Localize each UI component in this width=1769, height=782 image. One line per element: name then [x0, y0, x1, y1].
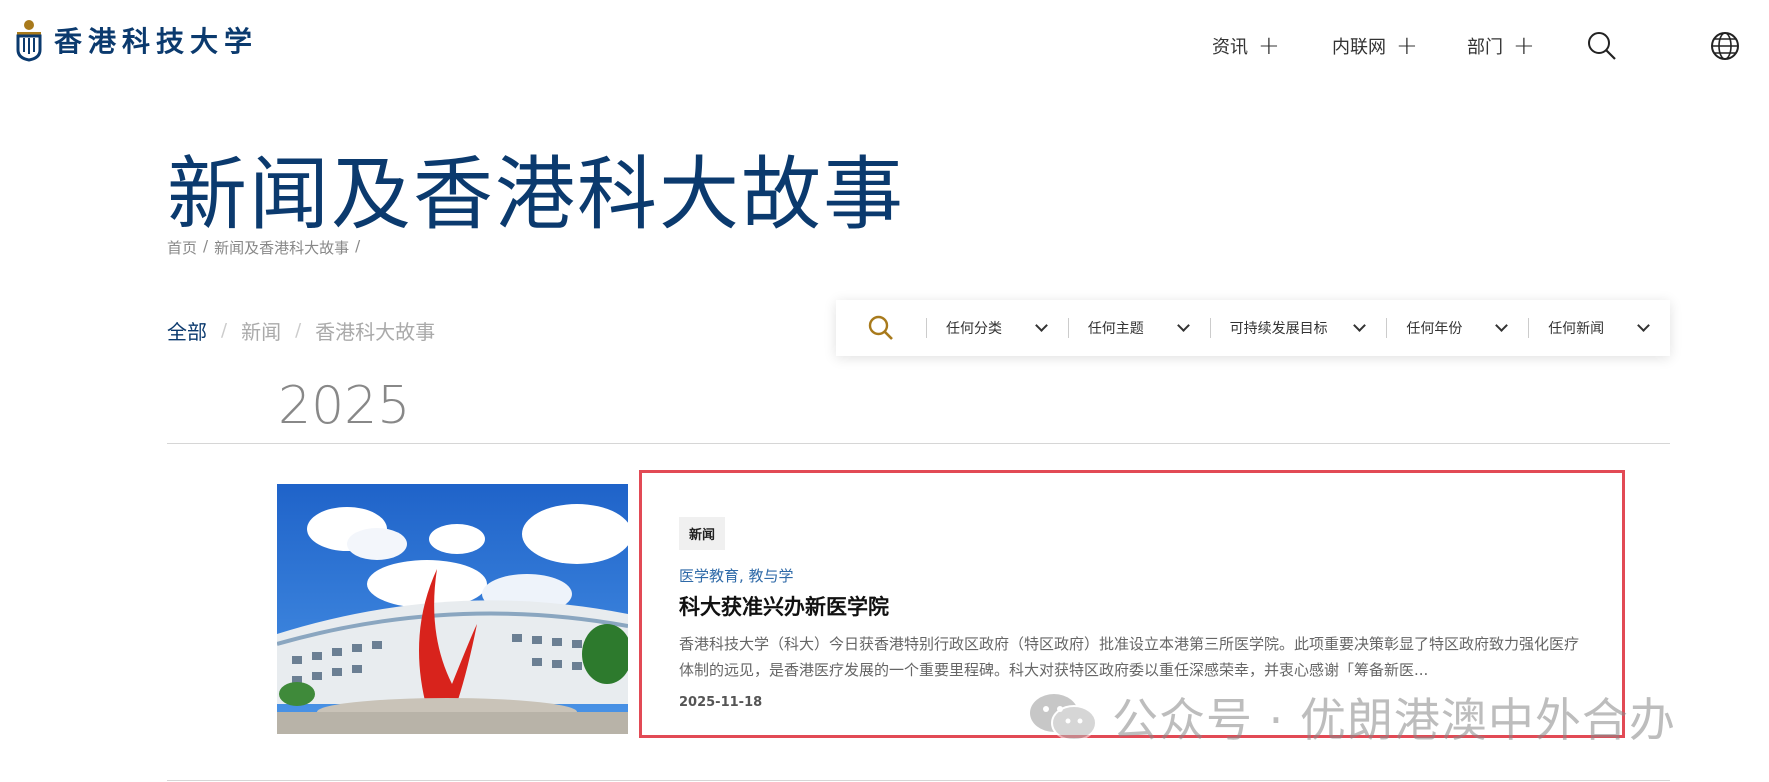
breadcrumb-home[interactable]: 首页: [167, 237, 197, 258]
article-thumbnail[interactable]: [277, 484, 628, 734]
article-tags[interactable]: 医学教育, 教与学: [679, 565, 794, 586]
globe-icon[interactable]: [1709, 30, 1741, 62]
tab-separator: /: [295, 320, 302, 341]
article-excerpt: 香港科技大学（科大）今日获香港特别行政区政府（特区政府）批准设立本港第三所医学院…: [679, 635, 1580, 679]
breadcrumb-separator: /: [203, 237, 209, 255]
university-logo[interactable]: 香港科技大学: [14, 18, 258, 62]
logo-text: 香港科技大学: [54, 25, 259, 58]
nav-news-label: 资讯: [1212, 37, 1248, 58]
content-tabs: 全部 / 新闻 / 香港科大故事: [167, 316, 435, 345]
wechat-icon: [1030, 694, 1097, 741]
plus-icon: +: [1258, 31, 1280, 61]
chevron-down-icon: [1637, 319, 1650, 332]
filter-sdg-label: 可持续发展目标: [1229, 321, 1328, 337]
campus-photo: [277, 484, 628, 734]
article-type-badge: 新闻: [679, 517, 726, 550]
tab-stories[interactable]: 香港科大故事: [315, 316, 435, 345]
chevron-down-icon: [1495, 319, 1509, 332]
filter-year[interactable]: 任何年份: [1386, 300, 1528, 356]
breadcrumb-separator: /: [355, 237, 361, 255]
nav-departments-label: 部门: [1467, 37, 1503, 58]
filter-topic[interactable]: 任何主题: [1067, 300, 1210, 356]
divider: [167, 780, 1670, 781]
article-date: 2025-11-18: [679, 695, 763, 710]
chevron-down-icon: [1176, 319, 1190, 332]
crest-icon: [16, 20, 42, 62]
filter-sdg[interactable]: 可持续发展目标: [1209, 300, 1387, 356]
chevron-down-icon: [1353, 319, 1367, 332]
search-icon: [868, 315, 893, 340]
filter-category-label: 任何分类: [946, 321, 1002, 337]
filter-year-label: 任何年份: [1406, 321, 1463, 337]
chevron-down-icon: [1034, 319, 1048, 332]
plus-icon: +: [1513, 31, 1535, 61]
divider: [167, 443, 1670, 444]
breadcrumb-current[interactable]: 新闻及香港科大故事: [214, 237, 349, 258]
search-icon[interactable]: [1586, 30, 1618, 62]
tab-separator: /: [221, 320, 228, 341]
nav-intranet-label: 内联网: [1332, 37, 1386, 58]
tab-news[interactable]: 新闻: [241, 316, 281, 345]
filter-search-button[interactable]: [836, 300, 926, 356]
filter-bar: 任何分类 任何主题 可持续发展目标 任何年份 任何新闻: [836, 300, 1670, 356]
wechat-watermark: 公众号 · 优朗港澳中外合办: [1028, 684, 1676, 750]
watermark-text: 公众号 · 优朗港澳中外合办: [1112, 693, 1676, 747]
tab-all[interactable]: 全部: [167, 316, 207, 345]
filter-topic-label: 任何主题: [1087, 321, 1144, 337]
filter-news-type-label: 任何新闻: [1548, 321, 1605, 337]
plus-icon: +: [1396, 31, 1418, 61]
site-header: 香港科技大学 资讯 + 内联网 + 部门 +: [0, 0, 1769, 90]
nav-intranet[interactable]: 内联网 +: [1332, 30, 1418, 62]
breadcrumb: 首页 / 新闻及香港科大故事 /: [167, 237, 360, 258]
filter-category[interactable]: 任何分类: [926, 300, 1068, 356]
year-heading: 2025: [278, 376, 411, 436]
nav-news[interactable]: 资讯 +: [1212, 30, 1280, 62]
nav-departments[interactable]: 部门 +: [1467, 30, 1535, 62]
article-title[interactable]: 科大获准兴办新医学院: [679, 591, 889, 621]
page-title: 新闻及香港科大故事: [167, 148, 905, 241]
filter-news-type[interactable]: 任何新闻: [1528, 300, 1670, 356]
